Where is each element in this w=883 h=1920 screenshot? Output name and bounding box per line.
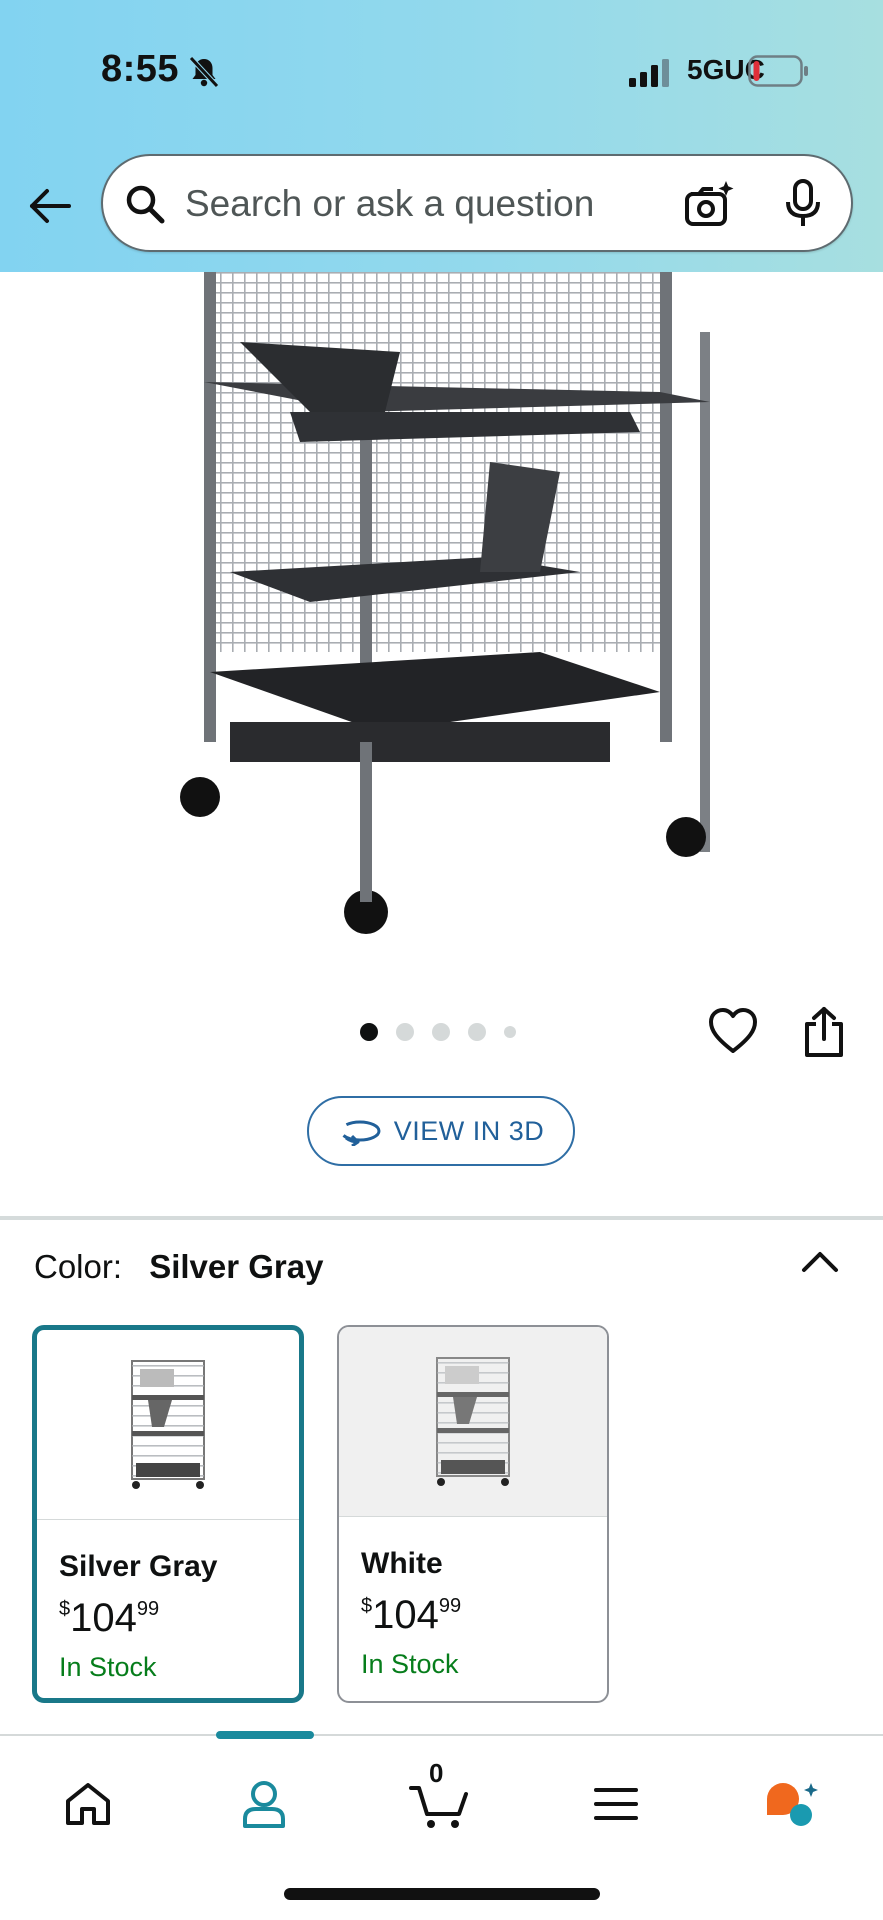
account-icon bbox=[243, 1781, 285, 1828]
section-divider bbox=[0, 1216, 883, 1220]
pager-dot[interactable] bbox=[396, 1023, 414, 1041]
nav-cart[interactable]: 0 bbox=[400, 1758, 480, 1844]
menu-icon bbox=[594, 1788, 638, 1820]
nav-account[interactable] bbox=[224, 1764, 304, 1844]
back-arrow-icon bbox=[30, 189, 71, 223]
image-pager[interactable] bbox=[360, 1023, 516, 1041]
product-image[interactable] bbox=[160, 272, 720, 952]
color-selector-header: Color: Silver Gray bbox=[34, 1248, 323, 1286]
color-option-white[interactable]: White $10499 In Stock bbox=[337, 1325, 609, 1703]
app-header: 8:55 5GUC bbox=[0, 0, 883, 272]
heart-icon[interactable] bbox=[708, 1007, 758, 1057]
rufus-icon bbox=[767, 1783, 818, 1826]
search-bar[interactable] bbox=[101, 154, 853, 252]
home-icon bbox=[66, 1783, 110, 1825]
rotate-3d-icon bbox=[339, 1120, 381, 1146]
swatch-stock: In Stock bbox=[361, 1649, 459, 1679]
search-icon bbox=[126, 185, 165, 224]
status-time: 8:55 bbox=[101, 48, 180, 90]
swatch-name: White bbox=[361, 1547, 443, 1580]
nav-rufus[interactable] bbox=[752, 1764, 832, 1844]
view-in-3d-button[interactable]: VIEW IN 3D bbox=[307, 1096, 575, 1166]
back-button[interactable] bbox=[22, 178, 78, 234]
pager-dot[interactable] bbox=[432, 1023, 450, 1041]
share-icon[interactable] bbox=[802, 1006, 846, 1058]
swatch-name: Silver Gray bbox=[59, 1550, 218, 1583]
nav-menu[interactable] bbox=[576, 1764, 656, 1844]
swatch-price: $10499 bbox=[59, 1596, 160, 1640]
nav-home[interactable] bbox=[48, 1764, 128, 1844]
mic-icon[interactable] bbox=[783, 178, 823, 230]
active-tab-indicator bbox=[216, 1731, 314, 1739]
swatch-image bbox=[339, 1327, 607, 1517]
pager-dot[interactable] bbox=[468, 1023, 486, 1041]
pager-dot[interactable] bbox=[360, 1023, 378, 1041]
bell-slash-icon bbox=[189, 56, 219, 88]
cart-count: 0 bbox=[429, 1758, 444, 1788]
pager-dot[interactable] bbox=[504, 1026, 516, 1038]
camera-icon[interactable] bbox=[683, 178, 735, 230]
signal-icon bbox=[629, 59, 669, 87]
color-label: Color: bbox=[34, 1248, 123, 1285]
swatch-image bbox=[37, 1330, 299, 1520]
color-option-silver-gray[interactable]: Silver Gray $10499 In Stock bbox=[32, 1325, 304, 1703]
battery-icon bbox=[748, 55, 808, 87]
home-indicator bbox=[284, 1888, 600, 1900]
search-input[interactable] bbox=[185, 176, 645, 232]
chevron-up-icon[interactable] bbox=[798, 1246, 842, 1276]
swatch-stock: In Stock bbox=[59, 1652, 157, 1682]
swatch-price: $10499 bbox=[361, 1593, 462, 1637]
view-in-3d-label: VIEW IN 3D bbox=[393, 1115, 545, 1146]
selected-color: Silver Gray bbox=[149, 1248, 324, 1285]
